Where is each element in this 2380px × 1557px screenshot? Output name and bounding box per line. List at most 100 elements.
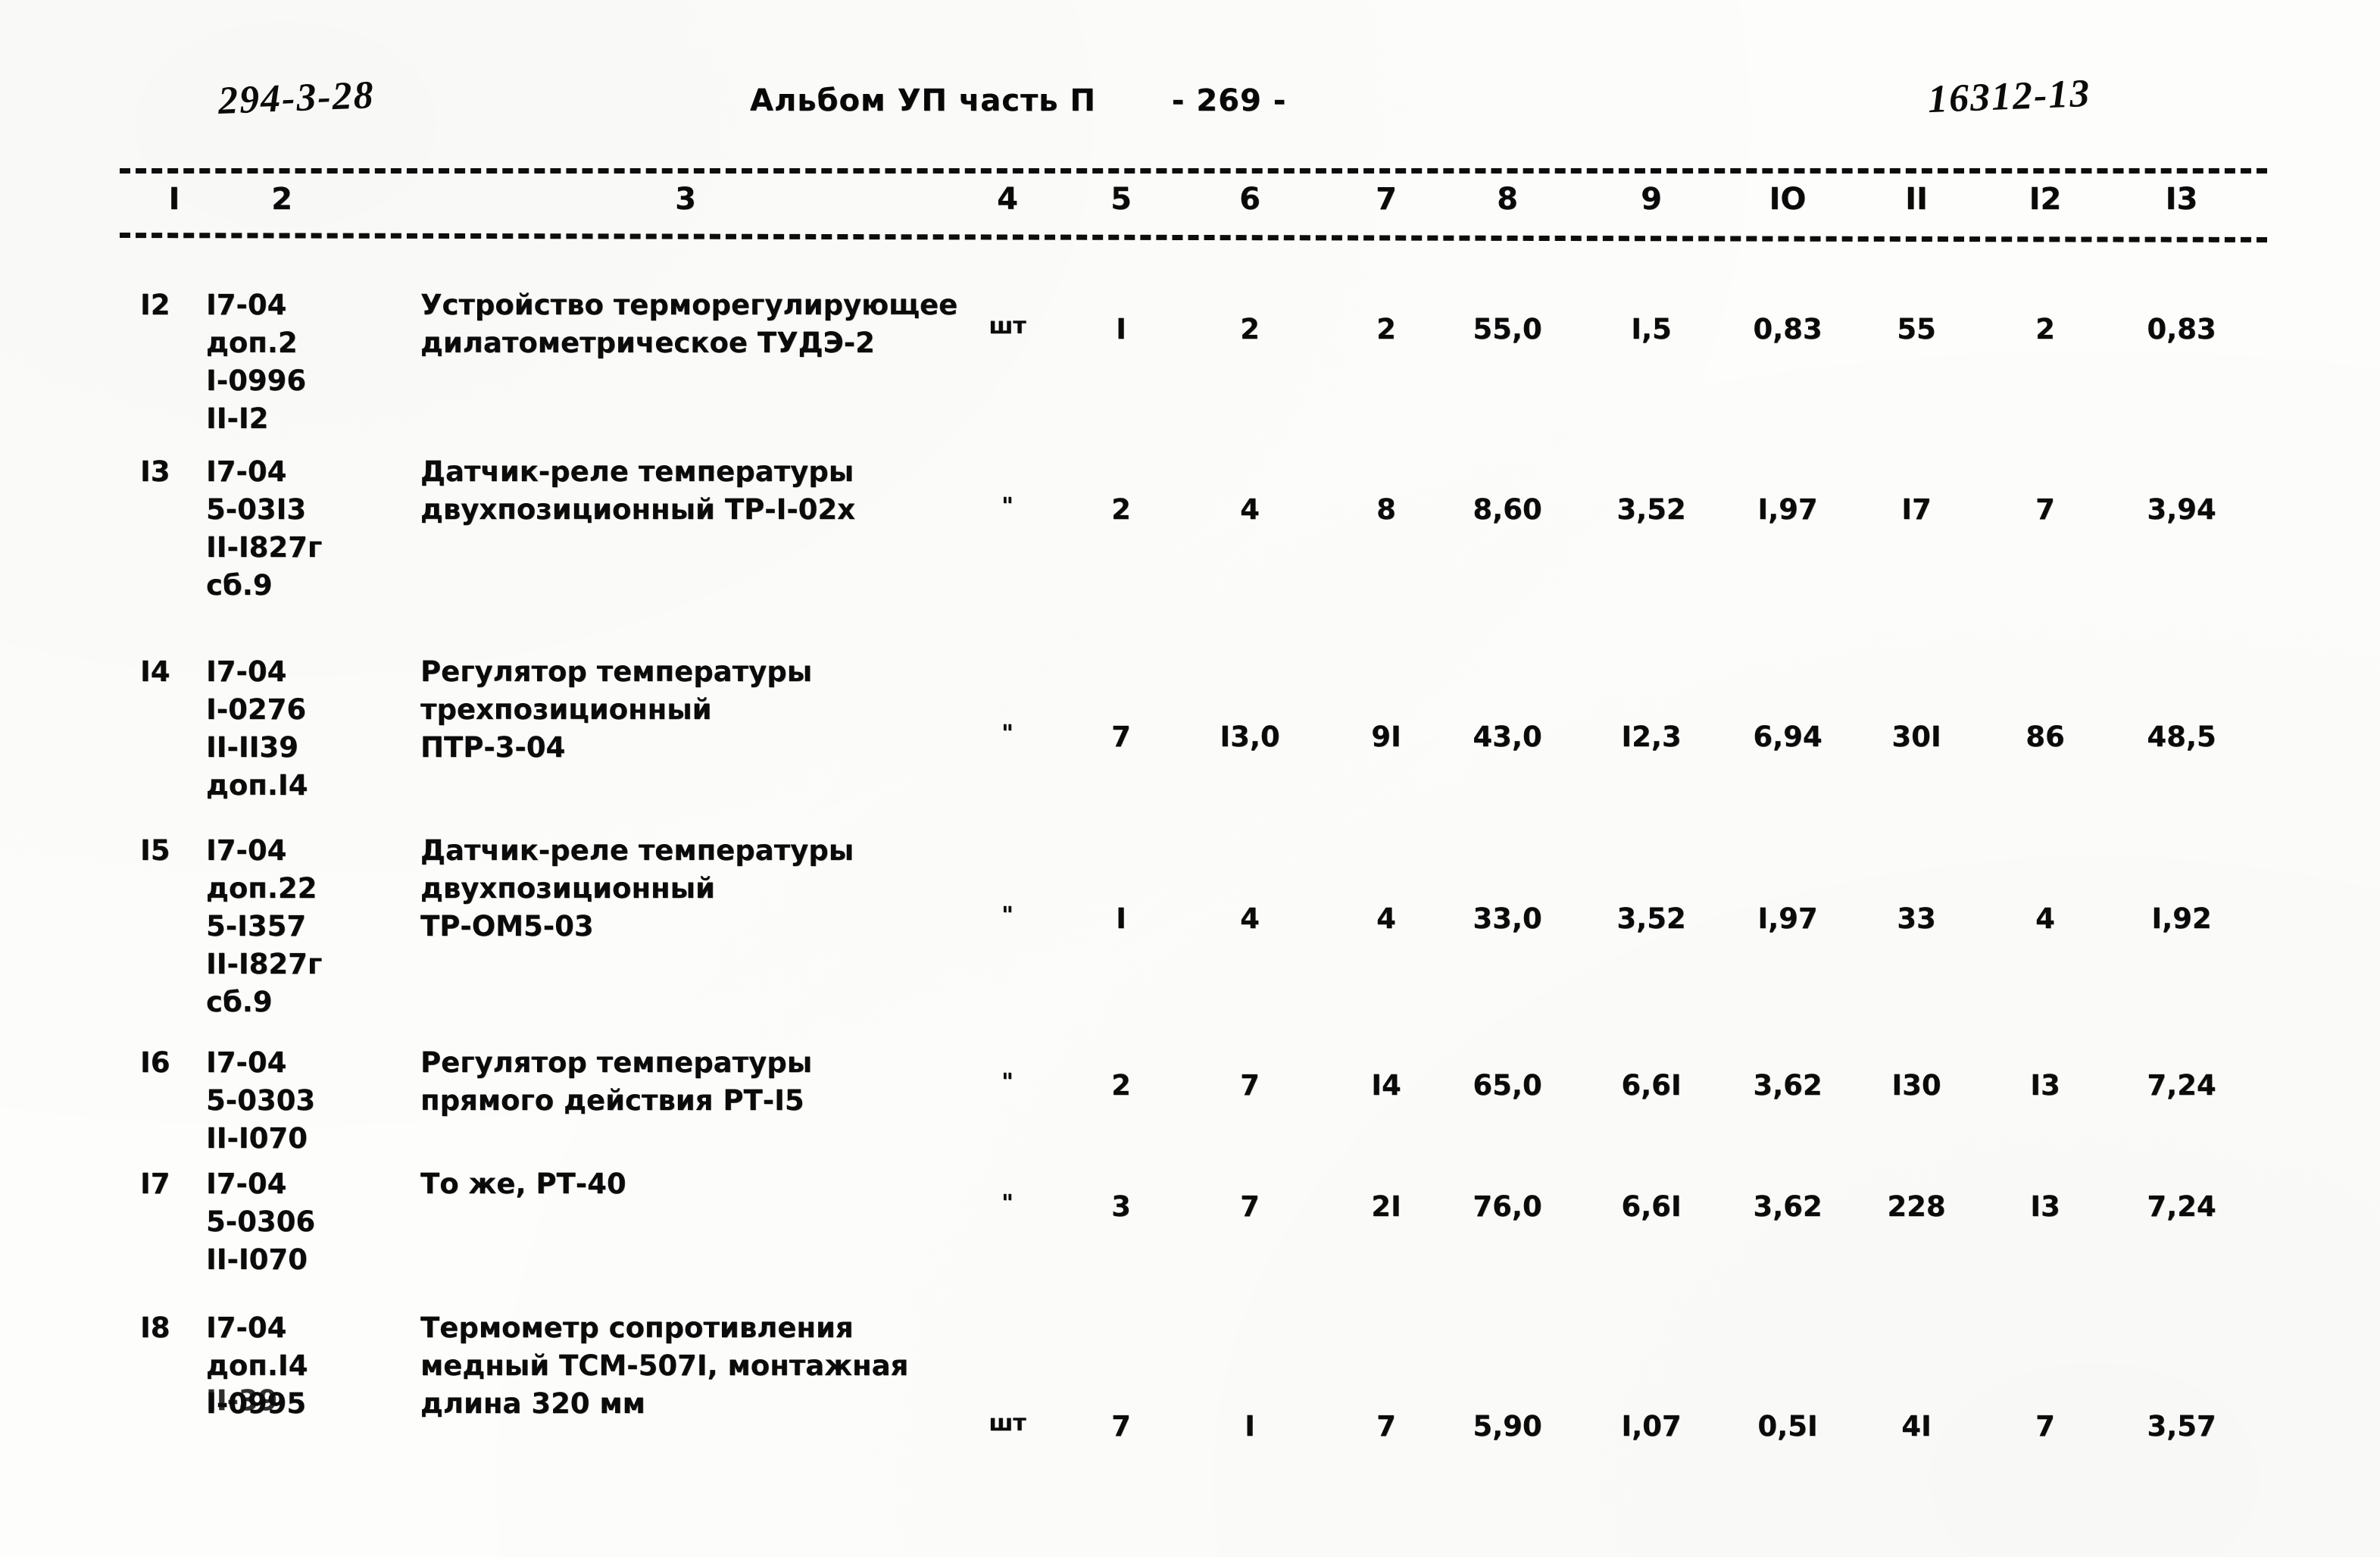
row-value-col-11: 33 xyxy=(1897,902,1936,935)
row-description: Датчик-реле температуры двухпозиционный … xyxy=(420,834,854,943)
album-title: Альбом УП часть П xyxy=(750,83,1096,118)
row-value-col-5: 2 xyxy=(1111,493,1131,526)
row-code-reference: I7-04 5-03I3 II-I827г сб.9 xyxy=(206,455,323,602)
row-value-col-7: I4 xyxy=(1371,1069,1401,1102)
column-number-2: 2 xyxy=(271,182,292,217)
row-value-col-9: 3,52 xyxy=(1616,902,1686,935)
row-code-overstrike: II-39 xyxy=(206,1384,278,1417)
column-number-12: I2 xyxy=(2029,182,2062,217)
row-value-col-11: I7 xyxy=(1901,493,1932,526)
row-value-col-13: 0,83 xyxy=(2147,313,2216,345)
row-value-col-7: 8 xyxy=(1376,493,1396,526)
row-value-col-6: I xyxy=(1245,1410,1255,1443)
row-value-col-6: 4 xyxy=(1240,493,1260,526)
row-value-col-13: I,92 xyxy=(2151,902,2212,935)
column-number-6: 6 xyxy=(1239,182,1260,217)
column-number-10: IO xyxy=(1769,182,1807,217)
row-value-col-5: 3 xyxy=(1111,1190,1131,1223)
page-number: - 269 - xyxy=(1171,83,1287,118)
column-number-9: 9 xyxy=(1641,182,1662,217)
row-value-col-9: 6,6I xyxy=(1621,1190,1682,1223)
row-value-col-13: 7,24 xyxy=(2147,1069,2216,1102)
row-value-col-7: 2I xyxy=(1371,1190,1401,1223)
row-value-col-9: 3,52 xyxy=(1616,493,1686,526)
row-position-number: I2 xyxy=(140,289,170,321)
row-code-reference: I7-04 I-0276 II-II39 доп.I4 xyxy=(206,655,308,802)
handwritten-drawing-code: 294-3-28 xyxy=(217,73,376,123)
column-number-5: 5 xyxy=(1110,182,1132,217)
row-value-col-8: 43,0 xyxy=(1473,721,1542,753)
row-value-col-7: 7 xyxy=(1376,1410,1396,1443)
row-value-col-5: I xyxy=(1116,313,1126,345)
row-value-col-11: 30I xyxy=(1891,721,1941,753)
column-number-8: 8 xyxy=(1497,182,1518,217)
row-code-reference: I7-04 доп.2 I-0996 II-I2 xyxy=(206,289,307,435)
column-number-11: II xyxy=(1905,182,1928,217)
row-value-col-12: 7 xyxy=(2035,1410,2055,1443)
row-unit: " xyxy=(1001,902,1014,929)
row-value-col-6: 4 xyxy=(1240,902,1260,935)
row-value-col-13: 48,5 xyxy=(2147,721,2216,753)
row-description: Устройство терморегулирующее дилатометри… xyxy=(420,289,958,359)
row-value-col-13: 3,94 xyxy=(2147,493,2216,526)
row-value-col-7: 2 xyxy=(1376,313,1396,345)
row-value-col-11: 4I xyxy=(1901,1410,1932,1443)
row-unit: " xyxy=(1001,721,1014,747)
row-description: То же, РТ-40 xyxy=(420,1168,626,1200)
handwritten-archive-code: 16312-13 xyxy=(1926,71,2092,122)
row-value-col-9: I,07 xyxy=(1621,1410,1682,1443)
scanned-page: 294-3-28 16312-13 Альбом УП часть П - 26… xyxy=(0,0,2380,1557)
row-value-col-5: 2 xyxy=(1111,1069,1131,1102)
row-value-col-12: I3 xyxy=(2030,1190,2060,1223)
row-value-col-12: 86 xyxy=(2025,721,2065,753)
row-value-col-7: 4 xyxy=(1376,902,1396,935)
row-code-reference: I7-04 5-0303 II-I070 xyxy=(206,1046,316,1155)
column-number-13: I3 xyxy=(2165,182,2198,217)
row-value-col-12: I3 xyxy=(2030,1069,2060,1102)
table-rule-top xyxy=(120,168,2267,174)
row-value-col-11: 228 xyxy=(1887,1190,1946,1223)
row-value-col-5: I xyxy=(1116,902,1126,935)
row-value-col-9: I2,3 xyxy=(1621,721,1682,753)
row-value-col-8: 65,0 xyxy=(1473,1069,1542,1102)
row-description: Регулятор температуры трехпозиционный ПТ… xyxy=(420,655,813,764)
row-value-col-13: 3,57 xyxy=(2147,1410,2216,1443)
row-value-col-8: 8,60 xyxy=(1473,493,1542,526)
row-value-col-10: 0,83 xyxy=(1753,313,1822,345)
row-position-number: I5 xyxy=(140,834,170,867)
row-value-col-10: 6,94 xyxy=(1753,721,1822,753)
row-value-col-12: 7 xyxy=(2035,493,2055,526)
row-value-col-6: 7 xyxy=(1240,1190,1260,1223)
row-position-number: I3 xyxy=(140,455,170,488)
column-number-1: I xyxy=(168,182,180,217)
row-value-col-7: 9I xyxy=(1371,721,1401,753)
row-value-col-12: 4 xyxy=(2035,902,2055,935)
row-unit: шт xyxy=(989,1410,1026,1437)
row-unit: шт xyxy=(989,313,1026,339)
row-value-col-5: 7 xyxy=(1111,721,1131,753)
table-rule-bottom xyxy=(119,233,2268,242)
row-value-col-10: I,97 xyxy=(1757,493,1818,526)
row-value-col-9: I,5 xyxy=(1631,313,1672,345)
row-value-col-8: 5,90 xyxy=(1473,1410,1542,1443)
row-value-col-10: 3,62 xyxy=(1753,1190,1822,1223)
row-value-col-9: 6,6I xyxy=(1621,1069,1682,1102)
row-description: Термометр сопротивления медный ТСМ-507I,… xyxy=(420,1312,909,1420)
row-value-col-8: 76,0 xyxy=(1473,1190,1542,1223)
row-position-number: I6 xyxy=(140,1046,170,1079)
row-description: Датчик-реле температуры двухпозиционный … xyxy=(420,455,856,526)
row-value-col-6: 7 xyxy=(1240,1069,1260,1102)
row-description: Регулятор температуры прямого действия Р… xyxy=(420,1046,813,1117)
row-value-col-11: 55 xyxy=(1897,313,1936,345)
column-number-3: 3 xyxy=(675,182,696,217)
row-unit: " xyxy=(1001,1190,1014,1217)
row-position-number: I4 xyxy=(140,655,170,688)
row-value-col-13: 7,24 xyxy=(2147,1190,2216,1223)
row-value-col-11: I30 xyxy=(1891,1069,1941,1102)
row-value-col-8: 33,0 xyxy=(1473,902,1542,935)
row-code-reference: I7-04 доп.22 5-I357 II-I827г сб.9 xyxy=(206,834,323,1018)
row-value-col-10: 3,62 xyxy=(1753,1069,1822,1102)
row-unit: " xyxy=(1001,1069,1014,1096)
page-header: Альбом УП часть П - 269 - xyxy=(750,83,1286,118)
column-number-7: 7 xyxy=(1376,182,1397,217)
